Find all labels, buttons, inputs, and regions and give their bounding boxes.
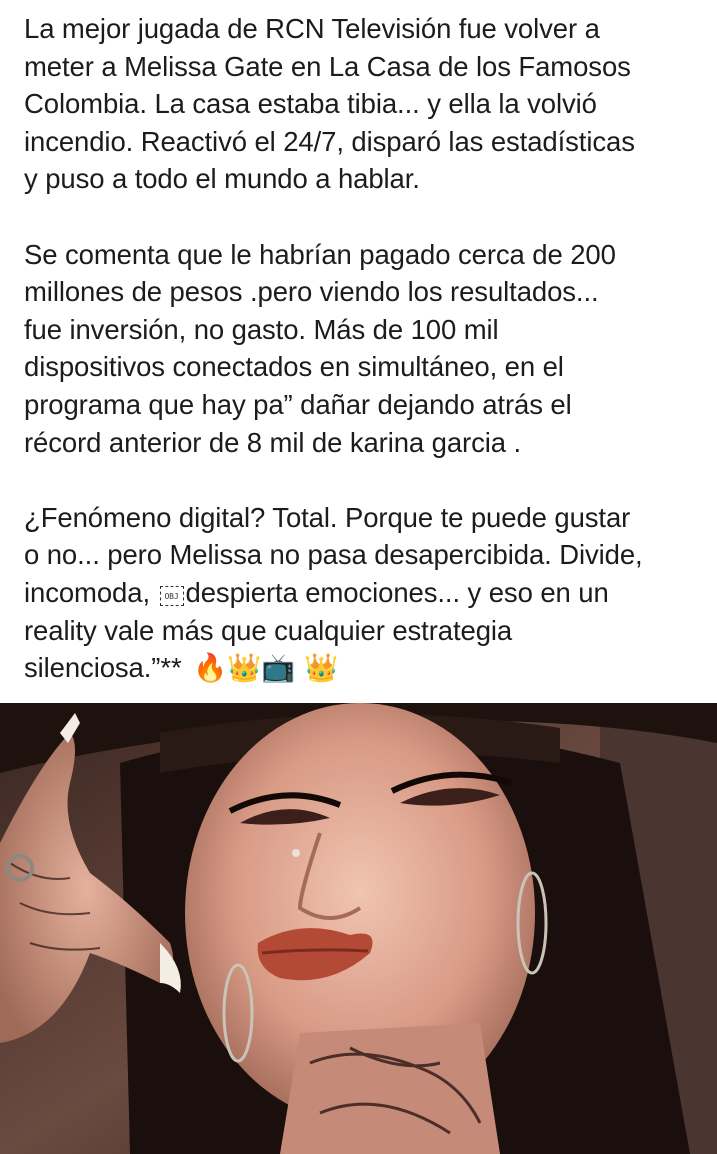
text-line: incendio. Reactivó el 24/7, disparó las …: [24, 125, 635, 157]
text-line: y puso a todo el mundo a hablar.: [24, 163, 420, 195]
text-line: programa que hay pa” dañar dejando atrás…: [24, 388, 572, 420]
emoji-group: 🔥👑📺 👑: [193, 652, 339, 685]
text-line: reality vale más que cualquier estrategi…: [24, 614, 513, 646]
paragraph-1: La mejor jugada de RCN Televisión fue vo…: [24, 10, 700, 198]
text-line: récord anterior de 8 mil de karina garci…: [24, 426, 522, 458]
post-text: La mejor jugada de RCN Televisión fue vo…: [24, 10, 700, 688]
text-line: meter a Melissa Gate en La Casa de los F…: [24, 50, 631, 82]
object-placeholder-icon: OBJ: [159, 585, 184, 606]
text-line: dispositivos conectados en simultáneo, e…: [24, 351, 564, 383]
photo-of-woman-in-hat-icon: [0, 703, 717, 1154]
paragraph-3: ¿Fenómeno digital? Total. Porque te pued…: [24, 499, 700, 688]
text-line-rest: despierta emociones... y eso en un: [185, 576, 609, 608]
paragraph-2: Se comenta que le habrían pagado cerca d…: [24, 236, 700, 462]
text-line: La mejor jugada de RCN Televisión fue vo…: [24, 13, 600, 44]
text-line: Se comenta que le habrían pagado cerca d…: [24, 238, 616, 270]
text-line: millones de pesos .pero viendo los resul…: [24, 276, 599, 308]
text-line: o no... pero Melissa no pasa desapercibi…: [24, 539, 643, 571]
text-line: Colombia. La casa estaba tibia... y ella…: [24, 88, 597, 120]
text-line-with-emojis: silenciosa.”** 🔥👑📺 👑: [24, 649, 700, 688]
inline-prefix: incomoda,: [24, 576, 158, 608]
text-line: ¿Fenómeno digital? Total. Porque te pued…: [24, 501, 631, 533]
text-line-with-placeholder: incomoda, OBJ despierta emociones... y es…: [24, 574, 700, 612]
text-line-end: silenciosa.”**: [24, 652, 182, 684]
attached-photo[interactable]: [0, 703, 717, 1154]
text-line: fue inversión, no gasto. Más de 100 mil: [24, 313, 499, 345]
